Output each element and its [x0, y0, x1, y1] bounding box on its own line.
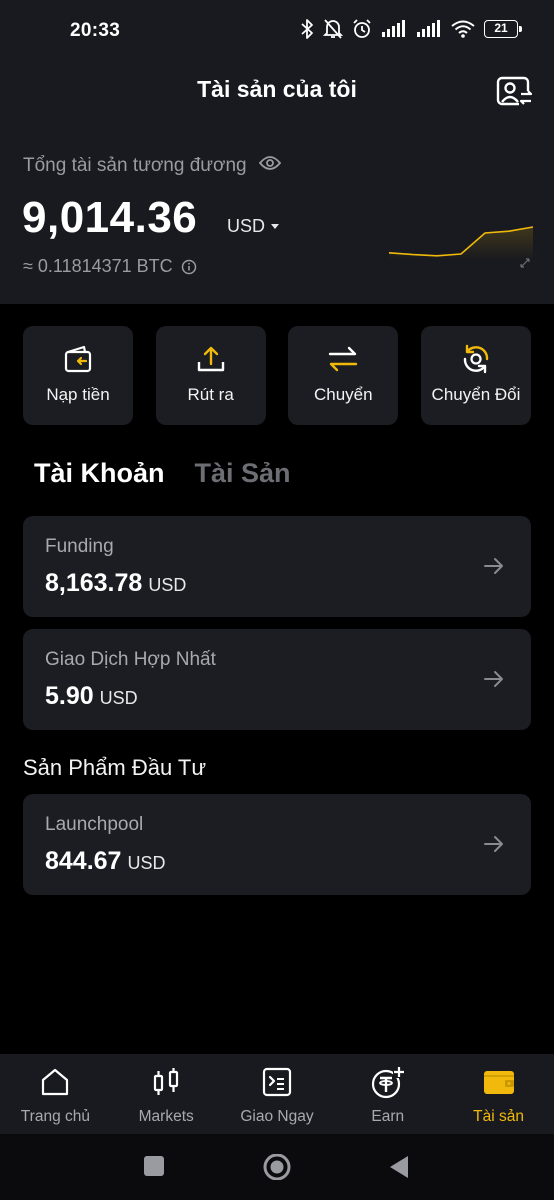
upload-icon: [197, 346, 224, 372]
account-name: Giao Dịch Hợp Nhất: [45, 649, 216, 670]
investment-section-title: Sản Phẩm Đầu Tư: [23, 755, 207, 780]
account-name: Funding: [45, 536, 114, 557]
withdraw-button[interactable]: Rút ra: [155, 326, 266, 425]
deposit-label: Nạp tiền: [46, 385, 110, 404]
currency-selector[interactable]: USD: [227, 216, 280, 237]
tab-accounts[interactable]: Tài Khoản: [34, 458, 165, 489]
home-icon: [42, 1068, 69, 1096]
convert-icon: [463, 344, 489, 374]
nav-markets[interactable]: Markets: [111, 1054, 222, 1134]
tab-assets[interactable]: Tài Sản: [195, 458, 291, 489]
nav-assets[interactable]: Tài sản: [443, 1054, 554, 1134]
terminal-icon: [262, 1067, 292, 1097]
account-balance: 8,163.78 USD: [45, 569, 186, 598]
nav-label: Tài sản: [473, 1108, 524, 1125]
deposit-button[interactable]: Nạp tiền: [23, 326, 133, 425]
unified-trading-account-card[interactable]: Giao Dịch Hợp Nhất 5.90 USD: [23, 629, 531, 730]
wallet-icon: [483, 1071, 514, 1094]
balance-label: Tổng tài sản tương đương: [23, 155, 247, 176]
btc-equivalent: ≈ 0.11814371 BTC: [23, 256, 173, 276]
account-switch-button[interactable]: [495, 74, 535, 110]
account-currency: USD: [99, 688, 138, 708]
bell-muted-icon: [323, 19, 343, 39]
nav-spot[interactable]: Giao Ngay: [222, 1054, 333, 1134]
btc-equivalent-row: ≈ 0.11814371 BTC: [23, 256, 197, 277]
nav-label: Trang chủ: [20, 1108, 90, 1125]
expand-icon[interactable]: [520, 258, 530, 268]
status-bar: 20:33 21: [0, 0, 554, 64]
nav-home[interactable]: Trang chủ: [0, 1054, 111, 1134]
convert-button[interactable]: Chuyển Đổi: [420, 326, 531, 425]
asset-summary-panel: 20:33 21 Tài sản của tôi Tổng tài sản tư…: [0, 0, 554, 304]
product-amount: 844.67: [45, 847, 122, 875]
withdraw-label: Rút ra: [187, 385, 234, 404]
product-currency: USD: [127, 853, 166, 873]
candlestick-icon: [154, 1068, 179, 1095]
account-balance: 5.90 USD: [45, 682, 138, 711]
home-circle-icon[interactable]: [262, 1154, 292, 1180]
product-balance: 844.67 USD: [45, 847, 165, 876]
back-triangle-icon[interactable]: [388, 1154, 410, 1180]
status-icons: 21: [300, 18, 522, 40]
account-currency: USD: [148, 575, 187, 595]
recents-icon[interactable]: [143, 1154, 165, 1178]
nav-label: Giao Ngay: [240, 1108, 314, 1125]
account-amount: 8,163.78: [45, 569, 143, 597]
product-name: Launchpool: [45, 814, 144, 835]
arrow-right-icon: [484, 836, 503, 852]
signal-icon: [382, 20, 405, 37]
transfer-label: Chuyển: [314, 385, 373, 404]
bottom-nav: Trang chủ Markets Giao Ngay Earn Tài sản: [0, 1054, 554, 1134]
arrow-right-icon: [484, 671, 503, 687]
quick-actions: Nạp tiền Rút ra Chuyển Chuyển Đổi: [23, 326, 531, 425]
transfer-arrows-icon: [329, 346, 358, 372]
balance-sparkline[interactable]: [388, 196, 534, 272]
convert-label: Chuyển Đổi: [431, 385, 521, 404]
account-amount: 5.90: [45, 682, 94, 710]
info-icon[interactable]: [181, 259, 197, 275]
page-title: Tài sản của tôi: [197, 76, 357, 102]
launchpool-card[interactable]: Launchpool 844.67 USD: [23, 794, 531, 895]
alarm-icon: [353, 19, 371, 38]
arrow-right-icon: [484, 558, 503, 574]
signal-icon: [417, 20, 440, 37]
battery-icon: 21: [484, 20, 522, 38]
total-balance-value: 9,014.36: [22, 193, 198, 242]
tether-plus-icon: [371, 1066, 405, 1099]
nav-label: Markets: [138, 1108, 194, 1125]
caret-down-icon: [271, 223, 280, 229]
eye-icon[interactable]: [258, 155, 281, 177]
account-switch-icon: [496, 76, 533, 106]
system-navigation-bar: [0, 1134, 554, 1200]
status-time: 20:33: [70, 20, 121, 41]
deposit-wallet-icon: [64, 345, 92, 373]
transfer-button[interactable]: Chuyển: [288, 326, 399, 425]
funding-account-card[interactable]: Funding 8,163.78 USD: [23, 516, 531, 617]
wifi-icon: [451, 20, 475, 38]
nav-label: Earn: [371, 1108, 405, 1125]
currency-label: USD: [227, 216, 266, 236]
account-tabs: Tài Khoản Tài Sản: [34, 458, 291, 489]
nav-earn[interactable]: Earn: [332, 1054, 443, 1134]
balance-label-row: Tổng tài sản tương đương: [23, 155, 281, 177]
bluetooth-icon: [301, 19, 313, 39]
